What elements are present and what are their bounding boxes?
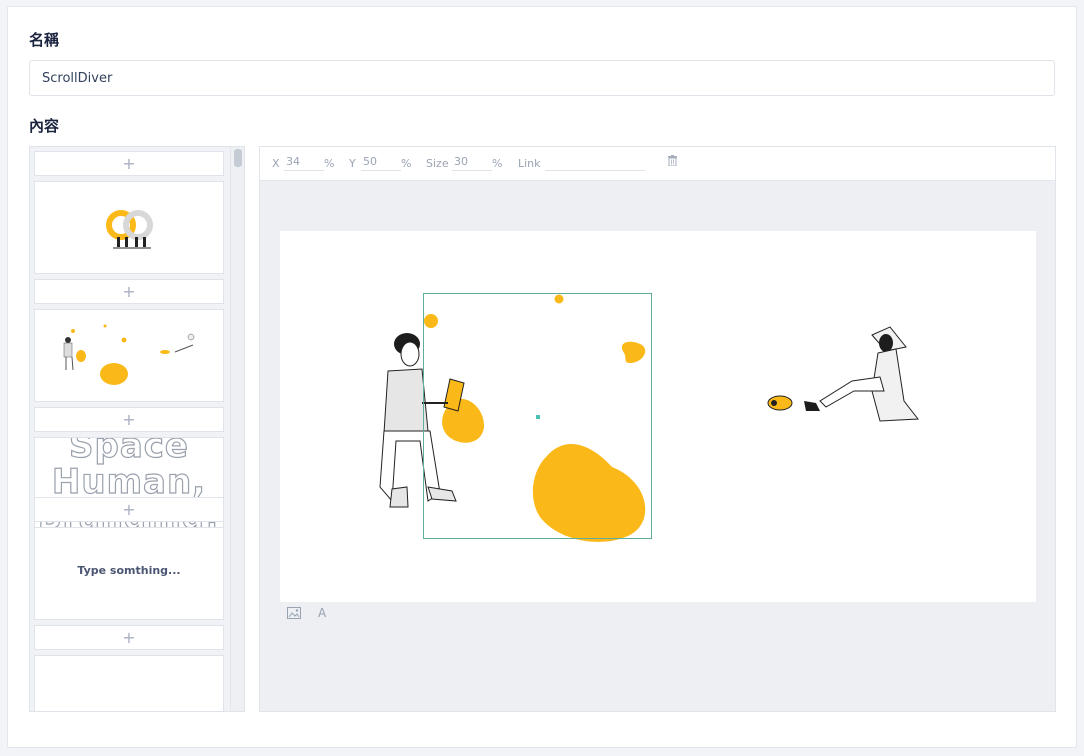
y-unit: % bbox=[401, 157, 412, 170]
y-input[interactable] bbox=[361, 153, 401, 171]
outline-text-line: Space bbox=[68, 437, 189, 466]
name-label: 名稱 bbox=[29, 31, 60, 49]
slide-editor: X % Y % Size % Link bbox=[259, 146, 1056, 712]
content-label: 內容 bbox=[29, 117, 60, 135]
link-label: Link bbox=[518, 157, 541, 170]
element-toolbar: X % Y % Size % Link bbox=[260, 147, 1055, 181]
x-label: X bbox=[272, 157, 280, 170]
add-slide-button[interactable]: + bbox=[34, 151, 224, 176]
form-card: 名稱 內容 + + bbox=[7, 6, 1077, 748]
scene-illustration bbox=[63, 324, 195, 385]
add-slide-button[interactable]: + bbox=[34, 407, 224, 432]
rings-illustration bbox=[106, 210, 153, 249]
link-input[interactable] bbox=[545, 153, 645, 171]
size-label: Size bbox=[426, 157, 449, 170]
name-input[interactable] bbox=[29, 60, 1055, 96]
size-unit: % bbox=[492, 157, 503, 170]
slide-text: Type somthing... bbox=[77, 564, 181, 577]
outline-text-line: Human, bbox=[51, 462, 207, 502]
selection-anchor[interactable] bbox=[536, 415, 540, 419]
x-input[interactable] bbox=[284, 153, 324, 171]
y-label: Y bbox=[349, 157, 356, 170]
slide-thumbnail[interactable] bbox=[34, 309, 224, 402]
x-unit: % bbox=[324, 157, 335, 170]
slide-list: + + + Space Human, + Type somthing... + bbox=[29, 146, 245, 712]
slide-canvas[interactable] bbox=[280, 231, 1036, 602]
text-tool[interactable]: A bbox=[318, 606, 326, 620]
image-icon[interactable] bbox=[287, 607, 301, 622]
size-input[interactable] bbox=[452, 153, 492, 171]
add-slide-button[interactable]: + bbox=[34, 279, 224, 304]
slide-thumbnail[interactable] bbox=[34, 181, 224, 274]
scrollbar-thumb[interactable] bbox=[234, 149, 242, 167]
add-slide-button[interactable]: + bbox=[34, 625, 224, 650]
woman-illustration bbox=[767, 326, 919, 422]
slide-thumbnail[interactable] bbox=[34, 655, 224, 711]
add-slide-button[interactable]: + bbox=[34, 497, 224, 522]
slide-illustration bbox=[379, 294, 919, 542]
slide-thumbnail[interactable]: Type somthing... bbox=[34, 527, 224, 620]
selection-box[interactable] bbox=[423, 293, 652, 539]
list-scrollbar[interactable] bbox=[230, 147, 244, 711]
trash-icon[interactable] bbox=[668, 155, 677, 169]
